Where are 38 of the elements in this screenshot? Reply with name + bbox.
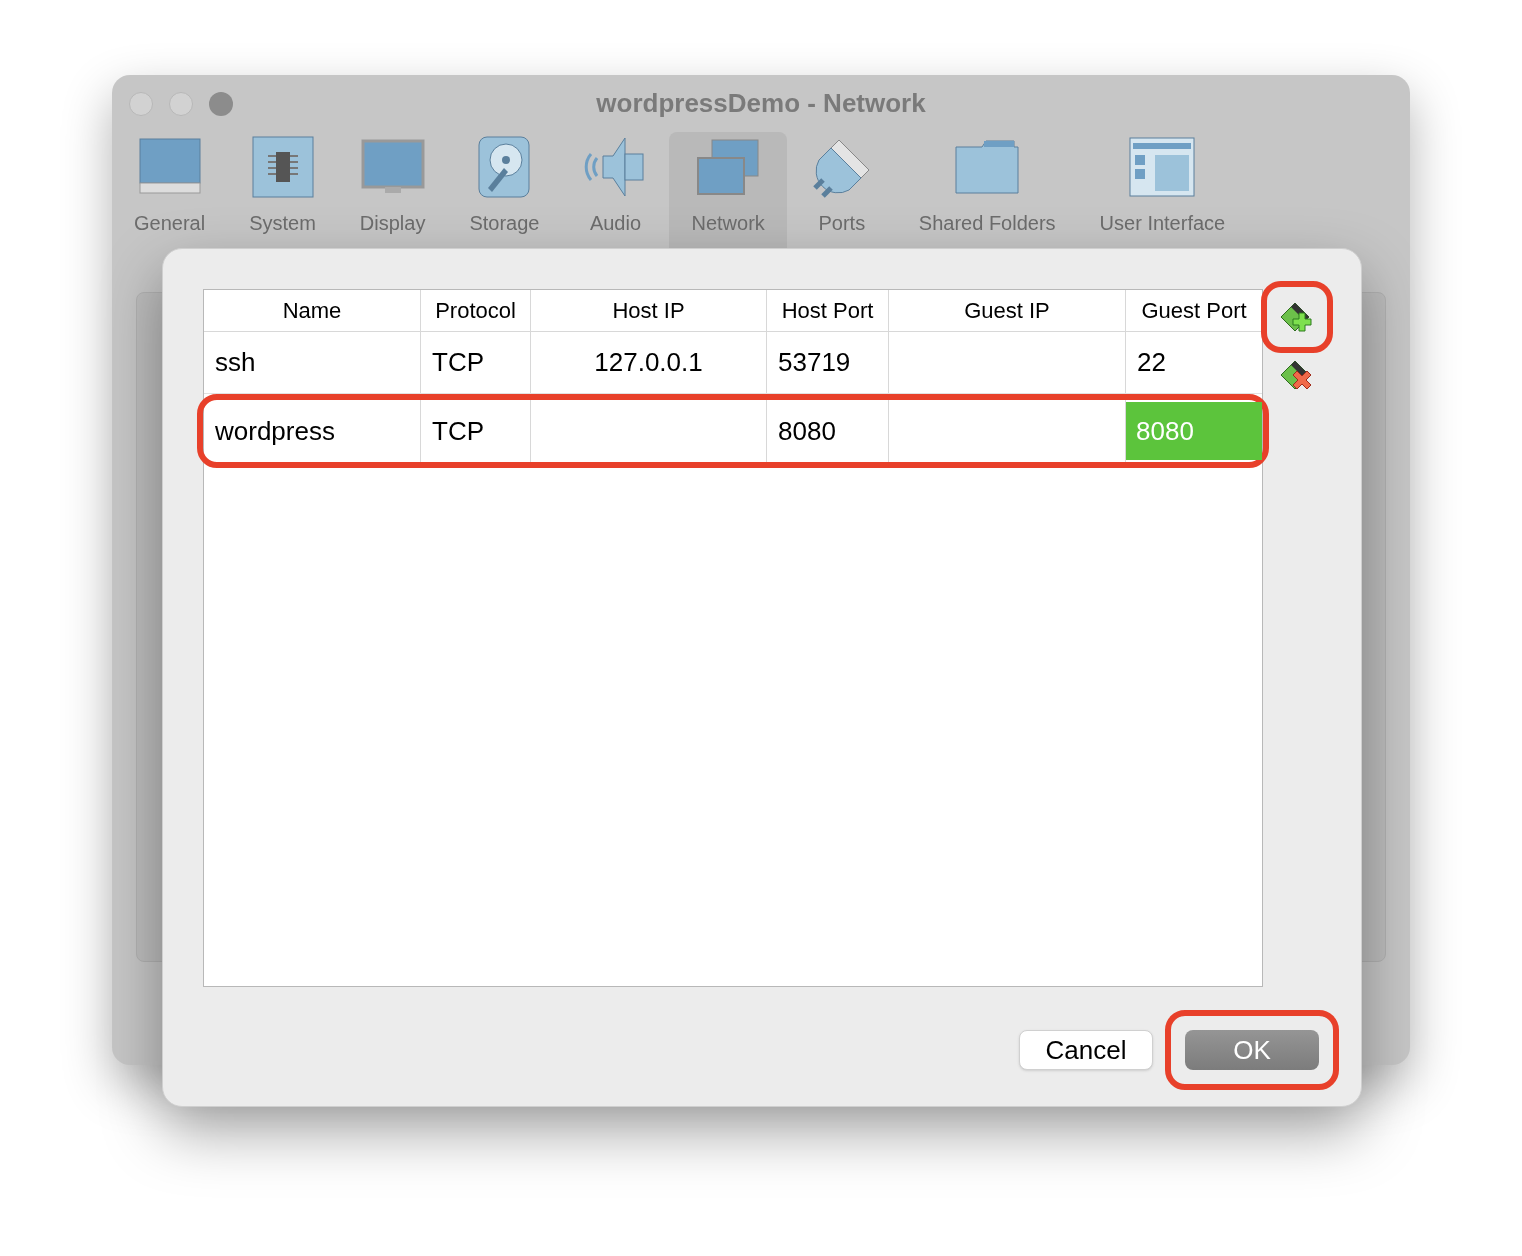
- toolbar-tab[interactable]: Audio: [561, 132, 670, 248]
- table-cell-text: 8080: [777, 414, 837, 448]
- cell-input[interactable]: 8080: [1126, 402, 1262, 460]
- table-row[interactable]: ssh TCP 127.0.0.1 53719 22: [204, 332, 1262, 394]
- toolbar-tab[interactable]: Network: [669, 132, 787, 248]
- folder-icon: [954, 139, 1021, 195]
- table-row[interactable]: wordpress TCP 8080 8080: [204, 400, 1262, 462]
- toolbar-tab[interactable]: User Interface: [1077, 132, 1248, 248]
- window-icon: [1129, 137, 1196, 197]
- column-header[interactable]: Guest Port: [1126, 290, 1262, 331]
- table-cell-text: 22: [1136, 346, 1167, 379]
- minimize-control[interactable]: [169, 91, 193, 116]
- toolbar-tab[interactable]: Ports: [786, 132, 897, 248]
- ok-button[interactable]: OK: [1185, 1030, 1319, 1070]
- table-cell-text: wordpress: [214, 414, 336, 448]
- toolbar-tab[interactable]: Storage: [447, 132, 562, 248]
- window-title: wordpressDemo - Network: [596, 87, 926, 120]
- toolbar-tab[interactable]: System: [227, 132, 338, 248]
- display-icon: [360, 139, 425, 195]
- monitors-icon: [696, 138, 761, 196]
- column-header[interactable]: Protocol: [421, 290, 531, 331]
- table-cell-text: TCP: [431, 414, 485, 448]
- column-header[interactable]: Host IP: [531, 290, 767, 331]
- column-header[interactable]: Guest IP: [889, 290, 1126, 331]
- toolbar-tab[interactable]: Display: [337, 132, 448, 248]
- column-header[interactable]: Name: [204, 290, 421, 331]
- toolbar-tab[interactable]: Shared Folders: [896, 132, 1078, 248]
- zoom-control[interactable]: [209, 91, 233, 116]
- table-cell-text: 53719: [777, 346, 852, 379]
- monitor-icon: [137, 137, 202, 197]
- table-cell-text: ssh: [214, 346, 257, 379]
- chip-icon: [251, 136, 314, 198]
- cancel-button[interactable]: Cancel: [1019, 1030, 1153, 1070]
- close-control[interactable]: [129, 91, 153, 116]
- column-header[interactable]: Host Port: [767, 290, 889, 331]
- table-cell-text: 127.0.0.1: [593, 346, 704, 379]
- table-cell-text: TCP: [431, 346, 485, 379]
- toolbar-tab[interactable]: General: [112, 132, 228, 248]
